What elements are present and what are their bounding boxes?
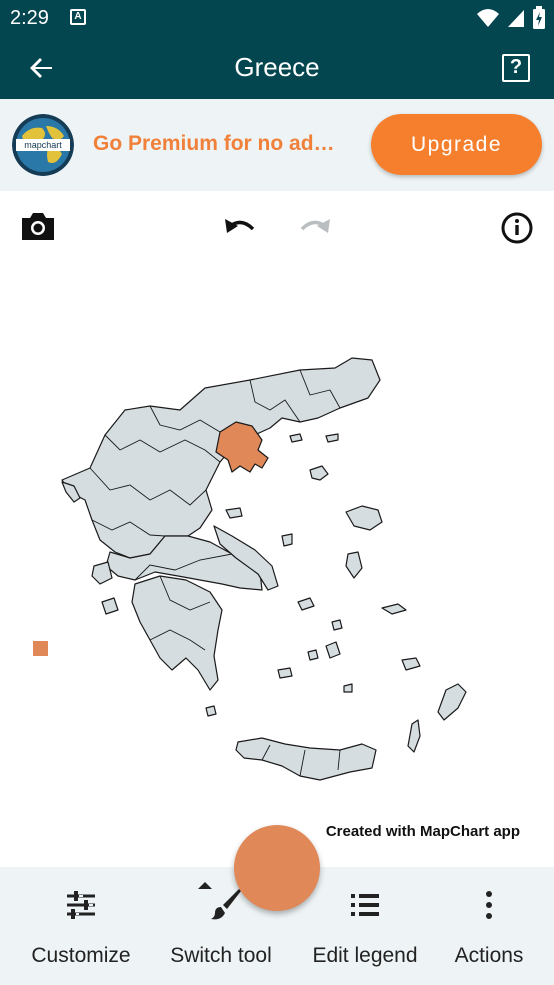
map-region-milos[interactable] [277,667,293,679]
map-region-chios[interactable] [345,551,363,579]
map-region-kos[interactable] [401,657,421,671]
map-region-mykonos[interactable] [331,619,343,631]
legend-color-swatch[interactable] [33,641,48,656]
page-title: Greece [234,52,320,82]
notification-icon: A [70,9,86,25]
tab-customize[interactable]: Customize [10,867,152,985]
map-region-crete[interactable] [235,737,377,781]
map-region-lemnos[interactable] [309,465,329,481]
status-bar: 2:29 A [0,0,554,36]
map-toolbar [0,205,554,251]
logo-text: mapchart [24,140,62,150]
undo-icon[interactable] [221,205,261,249]
map-region-lesbos[interactable] [345,505,383,531]
info-icon[interactable] [497,205,537,249]
brush-icon [198,882,241,920]
map-region-samos[interactable] [381,603,407,615]
map-region-thasos[interactable] [289,433,303,443]
cellular-signal-icon [508,10,524,27]
app-bar: Greece ? [0,36,554,99]
tab-edit-legend[interactable]: Edit legend [296,867,434,985]
redo-icon[interactable] [294,205,334,249]
battery-icon [533,6,545,29]
map-region-karpathos[interactable] [407,719,421,753]
tab-customize-label: Customize [31,944,131,967]
status-time: 2:29 [10,7,49,29]
map-region-andros[interactable] [297,597,315,611]
map-region-zakynthos[interactable] [101,597,119,615]
map-region-rhodes[interactable] [437,683,467,721]
help-icon[interactable]: ? [502,54,530,82]
map-region-skyros[interactable] [281,533,293,547]
map-region-santorini[interactable] [343,683,353,693]
color-fab-button[interactable] [234,825,320,911]
wifi-icon [477,9,499,27]
mapchart-logo: mapchart [12,114,74,176]
tab-actions-label: Actions [454,944,524,967]
list-icon [351,894,379,916]
map-credit: Created with MapChart app [325,823,520,840]
map-region-kefalonia[interactable] [91,561,113,585]
camera-icon[interactable] [18,205,58,249]
map-region-paros[interactable] [307,649,319,661]
map-region-kythira[interactable] [205,705,217,717]
tab-actions[interactable]: Actions [434,867,544,985]
promo-text[interactable]: Go Premium for no ad… [93,132,335,156]
tab-switch-tool-label: Switch tool [170,944,272,967]
map-region-mainland-north[interactable] [61,357,381,559]
upgrade-button[interactable]: Upgrade [371,114,542,175]
tab-edit-legend-label: Edit legend [312,944,418,967]
map-region-samothrace[interactable] [325,433,339,443]
map-region-naxos[interactable] [325,641,341,659]
more-vert-icon [486,891,492,919]
tune-icon [67,891,95,919]
premium-banner: mapchart Go Premium for no ad… Upgrade [0,99,554,191]
greece-map[interactable] [0,340,554,800]
map-region-sporades[interactable] [225,507,243,519]
